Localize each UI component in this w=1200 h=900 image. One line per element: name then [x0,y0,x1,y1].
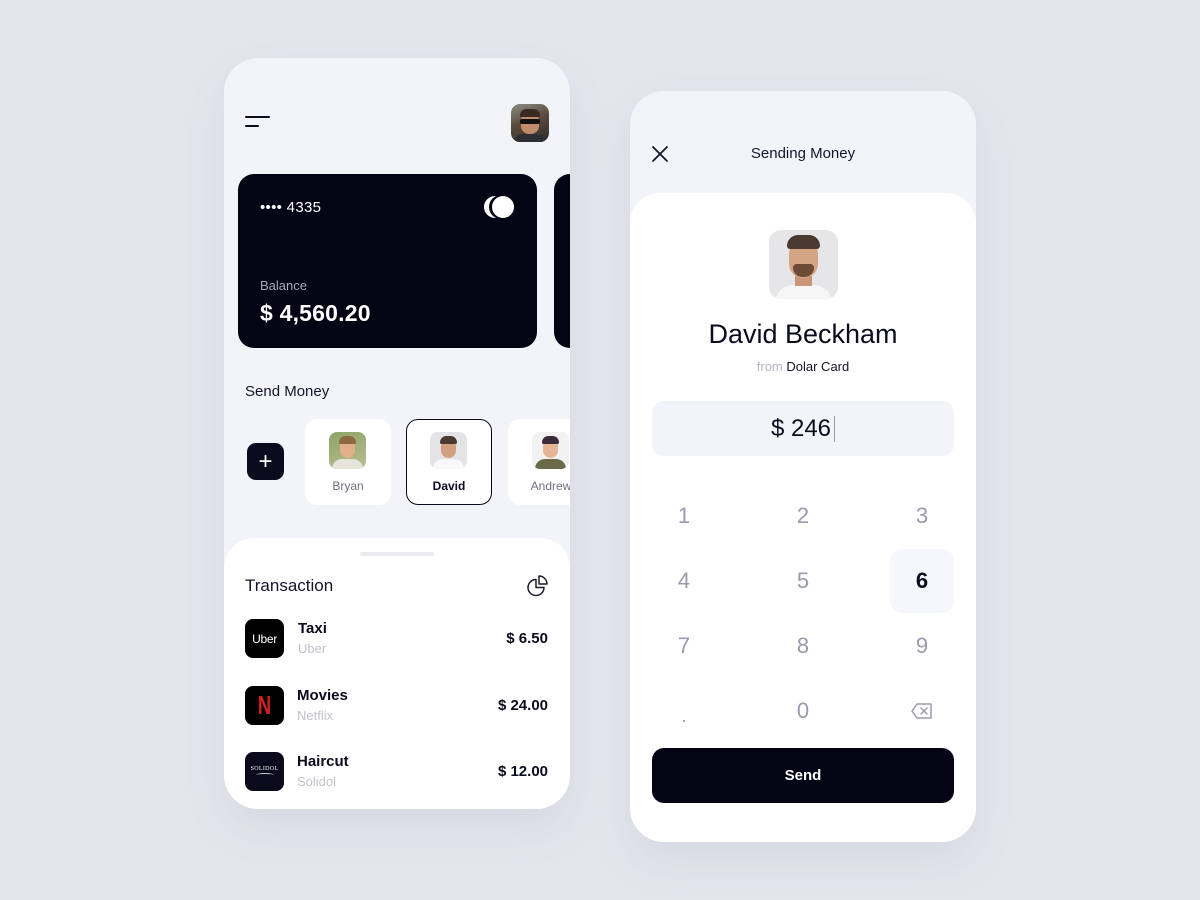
balance-value: $ 4,560.20 [260,300,371,326]
transaction-merchant: Netflix [297,708,334,723]
contact-bryan[interactable]: Bryan [305,419,391,505]
from-label: from [756,359,783,374]
avatar-sunglasses [520,119,540,124]
transaction-amount: $ 24.00 [497,697,548,714]
card-name[interactable]: Dolar Card [786,359,849,374]
avatar-shirt [513,134,547,142]
menu-button[interactable] [245,116,271,132]
transaction-amount: $ 12.00 [497,763,548,780]
key-3[interactable]: 3 [890,484,954,548]
key-4[interactable]: 4 [652,549,716,613]
avatar-hair [440,436,457,444]
send-money-title: Send Money [245,383,330,400]
transaction-title: Haircut [297,753,349,770]
avatar-hair [339,436,356,444]
contact-avatar [532,432,569,469]
card-number: •••• 4335 [260,199,322,216]
key-2[interactable]: 2 [771,484,835,548]
plus-icon: + [258,447,273,475]
avatar-cap [542,436,559,444]
mastercard-icon [484,195,518,219]
transactions-title: Transaction [245,576,334,595]
card-logo-circle [492,196,514,218]
send-panel: David Beckham from Dolar Card $ 246 1 2 … [630,193,976,842]
transaction-amount: $ 6.50 [506,630,548,647]
recipient-avatar [769,230,838,299]
avatar-body [535,459,566,469]
avatar-shirt [775,285,832,299]
contact-name: Andrew [530,479,570,493]
sending-money-screen: Sending Money David Beckham from Dolar C… [630,91,976,842]
avatar-body [433,459,464,469]
key-decimal[interactable]: . [652,679,716,743]
avatar-hair [787,235,820,249]
contact-andrew[interactable]: Andrew [508,419,570,505]
source-card: from Dolar Card [630,359,976,374]
bank-card[interactable]: •••• 4335 Balance $ 4,560.20 [238,174,537,348]
pie-chart-icon[interactable] [526,573,550,597]
solidol-logo: SOLIDOL [245,752,284,791]
netflix-logo: N [245,686,284,725]
menu-icon-line [245,116,270,118]
transaction-row[interactable]: Uber Taxi Uber $ 6.50 [224,619,570,661]
contact-david[interactable]: David [406,419,492,505]
avatar-body [332,459,363,469]
transaction-row[interactable]: SOLIDOL Haircut Solidol $ 12.00 [224,752,570,794]
screen-title: Sending Money [750,145,856,162]
transactions-panel: Transaction Uber Taxi Uber $ 6.50 N Movi… [224,538,570,809]
contact-avatar [329,432,366,469]
menu-icon-line [245,125,259,127]
transaction-merchant: Uber [298,641,327,656]
key-7[interactable]: 7 [652,614,716,678]
send-button[interactable]: Send [652,748,954,803]
solidol-logo-text: SOLIDOL [250,766,279,772]
text-caret [834,415,836,442]
home-screen: •••• 4335 Balance $ 4,560.20 Send Money … [224,58,570,809]
key-0[interactable]: 0 [771,679,835,743]
contact-name: David [432,479,466,493]
key-5[interactable]: 5 [771,549,835,613]
amount-input[interactable]: $ 246 [652,401,954,456]
add-contact-button[interactable]: + [247,443,284,480]
transaction-title: Taxi [298,620,327,637]
drag-handle[interactable] [360,552,434,556]
user-avatar[interactable] [511,104,549,142]
solidol-logo-mark [255,773,274,777]
recipient-name: David Beckham [708,319,898,349]
backspace-icon[interactable] [890,679,954,743]
key-1[interactable]: 1 [652,484,716,548]
balance-label: Balance [260,278,307,293]
transaction-row[interactable]: N Movies Netflix $ 24.00 [224,686,570,728]
next-card-peek[interactable] [554,174,570,348]
avatar-hair [520,109,540,117]
uber-logo: Uber [245,619,284,658]
transaction-merchant: Solidol [297,774,337,789]
uber-logo-text: Uber [252,631,277,646]
contact-avatar [430,432,467,469]
transaction-title: Movies [297,687,348,704]
netflix-logo-text: N [257,690,272,720]
key-6[interactable]: 6 [890,549,954,613]
contact-name: Bryan [332,479,364,493]
key-9[interactable]: 9 [890,614,954,678]
key-8[interactable]: 8 [771,614,835,678]
amount-value: $ 246 [770,414,832,442]
